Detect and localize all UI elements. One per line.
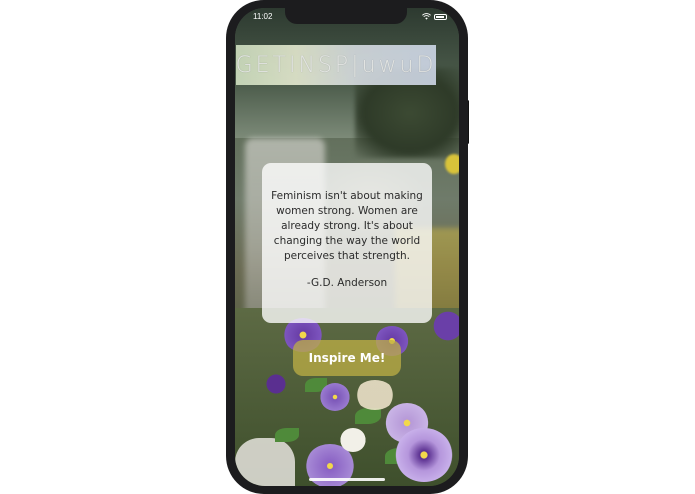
background-flower xyxy=(433,308,459,344)
background-leaf xyxy=(275,428,299,442)
app-screen: 11:02 GETINSP|uwuD Feminism isn't about … xyxy=(235,8,459,486)
home-indicator[interactable] xyxy=(309,478,385,481)
quote-card: Feminism isn't about making women strong… xyxy=(262,163,432,323)
quote-author: -G.D. Anderson xyxy=(306,277,388,289)
background-flower xyxy=(320,383,350,411)
background-leaf xyxy=(355,408,381,424)
background-yellow-object xyxy=(445,154,459,174)
battery-icon xyxy=(434,13,447,20)
phone-notch xyxy=(285,8,407,24)
status-time: 11:02 xyxy=(253,12,273,21)
wifi-icon xyxy=(422,13,431,20)
title-banner: GETINSP|uwuD xyxy=(236,45,436,85)
status-icons xyxy=(422,13,447,20)
background-flower xyxy=(265,373,287,395)
status-bar: 11:02 xyxy=(235,8,459,28)
phone-frame: 11:02 GETINSP|uwuD Feminism isn't about … xyxy=(226,0,468,494)
quote-text: Feminism isn't about making women strong… xyxy=(271,190,423,262)
background-flower xyxy=(395,428,453,482)
background-flower xyxy=(340,428,366,452)
inspire-me-button[interactable]: Inspire Me! xyxy=(293,340,401,376)
app-title: GETINSP|uwuD xyxy=(235,52,437,78)
background-flower xyxy=(355,380,395,410)
page-stage: 11:02 GETINSP|uwuD Feminism isn't about … xyxy=(0,0,695,494)
background-flower-pot xyxy=(235,438,295,486)
